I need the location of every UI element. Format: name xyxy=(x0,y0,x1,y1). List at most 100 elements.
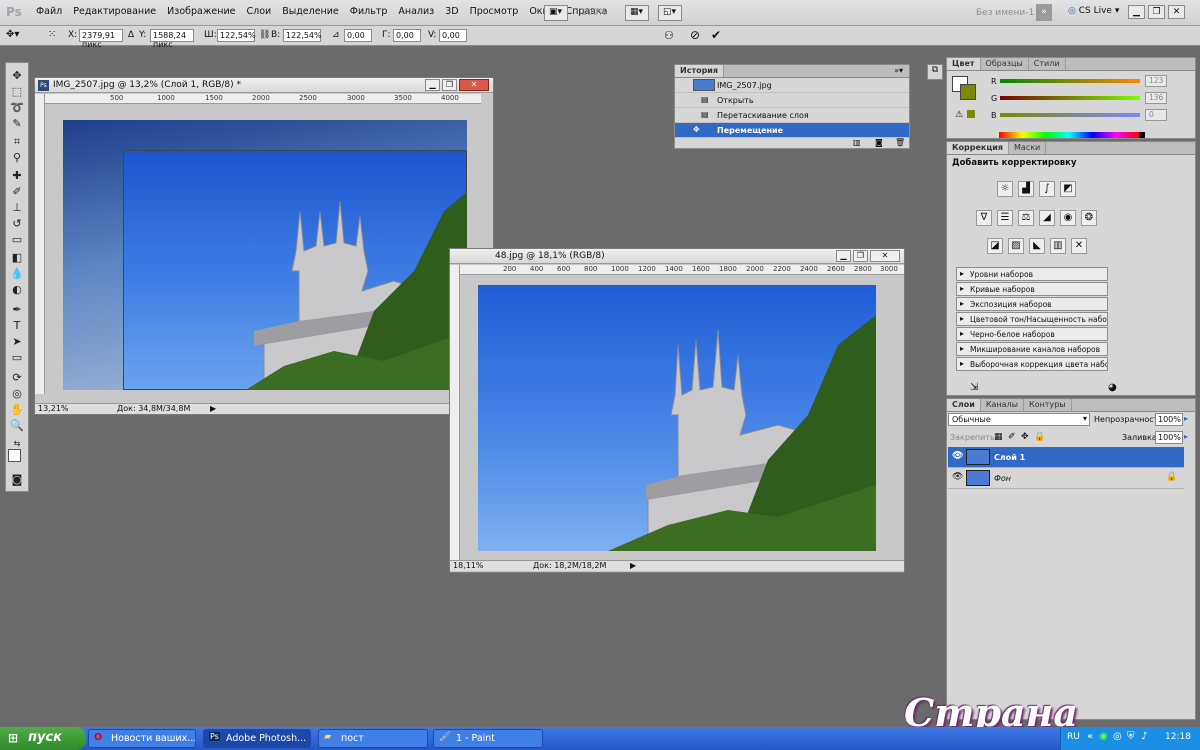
hue-saturation-icon[interactable]: ☰ xyxy=(997,210,1013,226)
g-slider[interactable] xyxy=(1000,96,1140,100)
warp-icon[interactable]: ⚇ xyxy=(664,29,674,42)
preset-exposure[interactable]: Экспозиция наборов xyxy=(956,297,1108,311)
lock-all-icon[interactable]: 🔒 xyxy=(1034,432,1045,442)
tab-paths[interactable]: Контуры xyxy=(1024,399,1072,411)
task-folder[interactable]: ▰ пост xyxy=(318,729,428,748)
opacity-field[interactable]: 100% xyxy=(1155,413,1183,426)
color-balance-icon[interactable]: ⚖ xyxy=(1018,210,1034,226)
language-indicator[interactable]: RU xyxy=(1067,732,1080,742)
black-swatch[interactable] xyxy=(1139,132,1145,138)
b-value-field[interactable]: 0 xyxy=(1145,109,1167,121)
tab-adjustments[interactable]: Коррекция xyxy=(947,142,1010,154)
link-icon[interactable]: ⛓ xyxy=(259,30,270,40)
y-field[interactable]: 1588,24 пикс xyxy=(150,29,194,49)
gamut-warning-icon[interactable]: ⚠ xyxy=(955,110,963,120)
preset-selective-color[interactable]: Выборочная коррекция цвета наборов xyxy=(956,357,1108,371)
history-step-drag-layer[interactable]: ▤ Перетаскивание слоя xyxy=(675,108,909,123)
fill-slider-arrow-icon[interactable]: ▸ xyxy=(1184,432,1188,441)
hand-tool-icon[interactable]: ✋ xyxy=(10,403,24,417)
layer-name[interactable]: Фон xyxy=(994,474,1011,483)
tray-volume-icon[interactable]: ♪ xyxy=(1141,731,1147,742)
doc2-close-icon[interactable]: ✕ xyxy=(870,250,900,262)
task-paint[interactable]: 🖌 1 - Paint xyxy=(433,729,543,748)
screen-fit-icon[interactable]: ◱▾ xyxy=(658,5,682,21)
doc1-zoom-field[interactable]: 13,21% xyxy=(38,404,69,413)
delete-state-icon[interactable]: 🗑 xyxy=(895,138,905,147)
menu-file[interactable]: Файл xyxy=(36,6,62,17)
doc2-zoom-field[interactable]: 18,11% xyxy=(453,561,484,570)
zoom-tool-icon[interactable]: 🔍 xyxy=(10,419,24,433)
commit-transform-icon[interactable]: ✔ xyxy=(711,28,721,42)
task-photoshop[interactable]: Ps Adobe Photosh... xyxy=(203,729,311,748)
eraser-tool-icon[interactable]: ▭ xyxy=(10,233,24,247)
tray-shortcut-icon[interactable]: « xyxy=(1087,731,1093,742)
minimize-icon[interactable]: ▁ xyxy=(1128,5,1145,19)
color-background-swatch[interactable] xyxy=(960,84,976,100)
move-tool-preset-icon[interactable]: ✥▾ xyxy=(6,29,19,40)
cancel-transform-icon[interactable]: ⊘ xyxy=(690,28,700,42)
start-button[interactable]: ⊞ пуск xyxy=(0,727,86,750)
quick-mask-icon[interactable]: ◙ xyxy=(10,473,24,487)
status-menu-arrow-icon[interactable]: ▶ xyxy=(210,404,216,413)
black-white-icon[interactable]: ◢ xyxy=(1039,210,1055,226)
task-opera[interactable]: O Новости ваших... xyxy=(88,729,196,748)
delta-icon[interactable]: ∆ xyxy=(128,30,134,40)
doc2-restore-icon[interactable]: ❐ xyxy=(853,250,868,262)
tab-channels[interactable]: Каналы xyxy=(981,399,1024,411)
doc1-minimize-icon[interactable]: ▁ xyxy=(425,79,440,91)
castle-photo-canvas[interactable] xyxy=(478,285,876,551)
height-field[interactable]: 122,54% xyxy=(283,29,322,42)
zoom-level-menu[interactable]: 100% xyxy=(581,8,607,18)
expand-arrow-icon[interactable]: » xyxy=(1036,4,1052,21)
menu-analysis[interactable]: Анализ xyxy=(398,6,434,17)
gradient-map-icon[interactable]: ▥ xyxy=(1050,238,1066,254)
tab-color[interactable]: Цвет xyxy=(947,58,981,70)
tray-network-icon[interactable]: ◉ xyxy=(1099,731,1108,742)
width-field[interactable]: 122,54% xyxy=(217,29,256,42)
lock-transparent-icon[interactable]: ▦ xyxy=(994,432,1003,442)
layer-row-layer1[interactable]: 👁 Слой 1 xyxy=(948,447,1184,468)
v-skew-field[interactable]: 0,00 xyxy=(439,29,467,42)
doc1-restore-icon[interactable]: ❐ xyxy=(442,79,457,91)
opacity-slider-arrow-icon[interactable]: ▸ xyxy=(1184,414,1188,423)
x-field[interactable]: 2379,91 пикс xyxy=(79,29,123,49)
type-tool-icon[interactable]: T xyxy=(10,319,24,333)
channel-mixer-icon[interactable]: ❂ xyxy=(1081,210,1097,226)
healing-tool-icon[interactable]: ✚ xyxy=(10,169,24,183)
vibrance-icon[interactable]: ∇ xyxy=(976,210,992,226)
tab-masks[interactable]: Маски xyxy=(1009,142,1047,154)
menu-edit[interactable]: Редактирование xyxy=(73,6,156,17)
history-snapshot[interactable]: IMG_2507.jpg xyxy=(675,78,909,93)
status-menu-arrow-icon[interactable]: ▶ xyxy=(630,561,636,570)
exposure-icon[interactable]: ◩ xyxy=(1060,181,1076,197)
brush-tool-icon[interactable]: ✐ xyxy=(10,185,24,199)
crop-tool-icon[interactable]: ⌗ xyxy=(10,135,24,149)
stamp-tool-icon[interactable]: ⊥ xyxy=(10,201,24,215)
new-document-from-state-icon[interactable]: ▥ xyxy=(853,138,861,147)
preset-channel-mixer[interactable]: Микширование каналов наборов xyxy=(956,342,1108,356)
angle-field[interactable]: 0,00 xyxy=(344,29,372,42)
clock[interactable]: 12:18 xyxy=(1165,732,1191,742)
castle-photo-layer[interactable] xyxy=(123,150,467,390)
marquee-tool-icon[interactable]: ⬚ xyxy=(10,85,24,99)
move-tool-icon[interactable]: ✥ xyxy=(10,69,24,83)
photo-filter-icon[interactable]: ◉ xyxy=(1060,210,1076,226)
preset-levels[interactable]: Уровни наборов xyxy=(956,267,1108,281)
close-icon[interactable]: ✕ xyxy=(1168,5,1185,19)
shape-tool-icon[interactable]: ▭ xyxy=(10,351,24,365)
tray-security-icon[interactable]: ⛨ xyxy=(1127,731,1135,742)
lasso-tool-icon[interactable]: ➰ xyxy=(10,101,24,115)
posterize-icon[interactable]: ▨ xyxy=(1008,238,1024,254)
fill-field[interactable]: 100% xyxy=(1155,431,1183,444)
gamut-swatch[interactable] xyxy=(967,110,975,118)
gradient-tool-icon[interactable]: ◧ xyxy=(10,251,24,265)
blend-mode-select[interactable]: Обычные ▾ xyxy=(948,413,1090,426)
lock-pixels-icon[interactable]: ✐ xyxy=(1008,432,1016,442)
preset-hue-saturation[interactable]: Цветовой тон/Насыщенность наборов xyxy=(956,312,1108,326)
cs-live-button[interactable]: ◎ CS Live ▾ xyxy=(1068,6,1119,16)
doc1-close-icon[interactable]: ✕ xyxy=(459,79,489,91)
doc2-minimize-icon[interactable]: ▁ xyxy=(836,250,851,262)
adjustment-options-icon[interactable]: ◕ xyxy=(1108,382,1117,393)
preset-curves[interactable]: Кривые наборов xyxy=(956,282,1108,296)
invert-icon[interactable]: ◪ xyxy=(987,238,1003,254)
